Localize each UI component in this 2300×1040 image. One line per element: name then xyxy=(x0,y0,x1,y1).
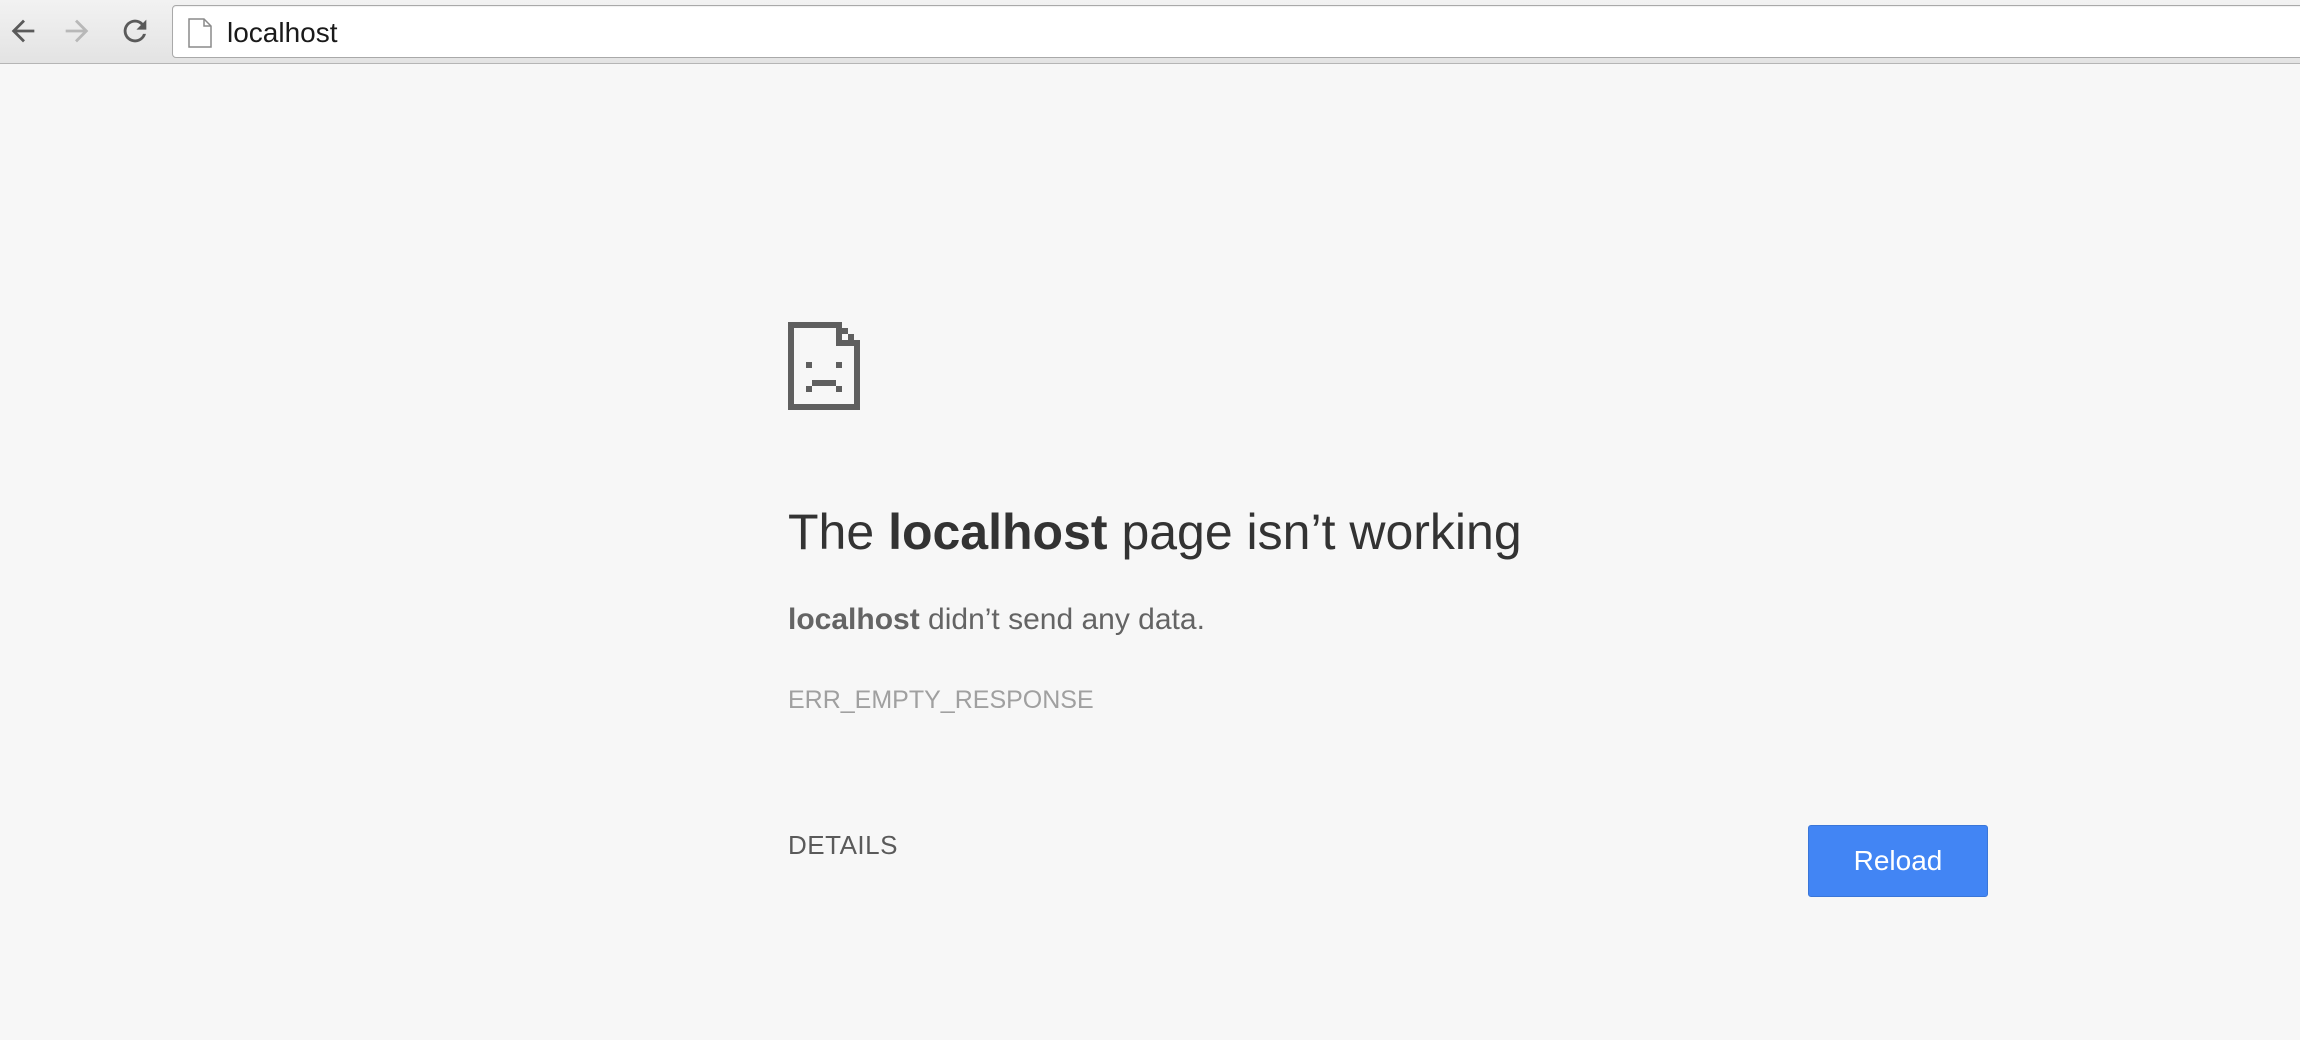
error-summary: localhost didn’t send any data. xyxy=(788,600,1205,640)
address-bar[interactable]: localhost xyxy=(172,5,2300,58)
reload-button[interactable]: Reload xyxy=(1808,825,1988,897)
arrow-right-icon xyxy=(65,19,89,43)
headline-suffix: page isn’t working xyxy=(1107,504,1522,560)
forward-button[interactable] xyxy=(58,12,96,50)
summary-text: didn’t send any data. xyxy=(919,603,1205,636)
arrow-left-icon xyxy=(11,19,35,43)
sad-page-icon xyxy=(788,322,860,410)
details-button[interactable]: DETAILS xyxy=(788,827,898,863)
blank-page-icon xyxy=(188,18,212,48)
headline-host: localhost xyxy=(888,504,1108,560)
back-button[interactable] xyxy=(4,12,42,50)
headline-prefix: The xyxy=(788,504,889,560)
url-text[interactable]: localhost xyxy=(227,6,338,59)
browser-toolbar: localhost xyxy=(0,0,2300,64)
error-code: ERR_EMPTY_RESPONSE xyxy=(788,686,1094,714)
summary-host: localhost xyxy=(788,603,920,636)
reload-nav-button[interactable] xyxy=(116,12,154,50)
error-headline: The localhost page isn’t working xyxy=(788,502,1522,562)
reload-icon xyxy=(123,19,147,43)
